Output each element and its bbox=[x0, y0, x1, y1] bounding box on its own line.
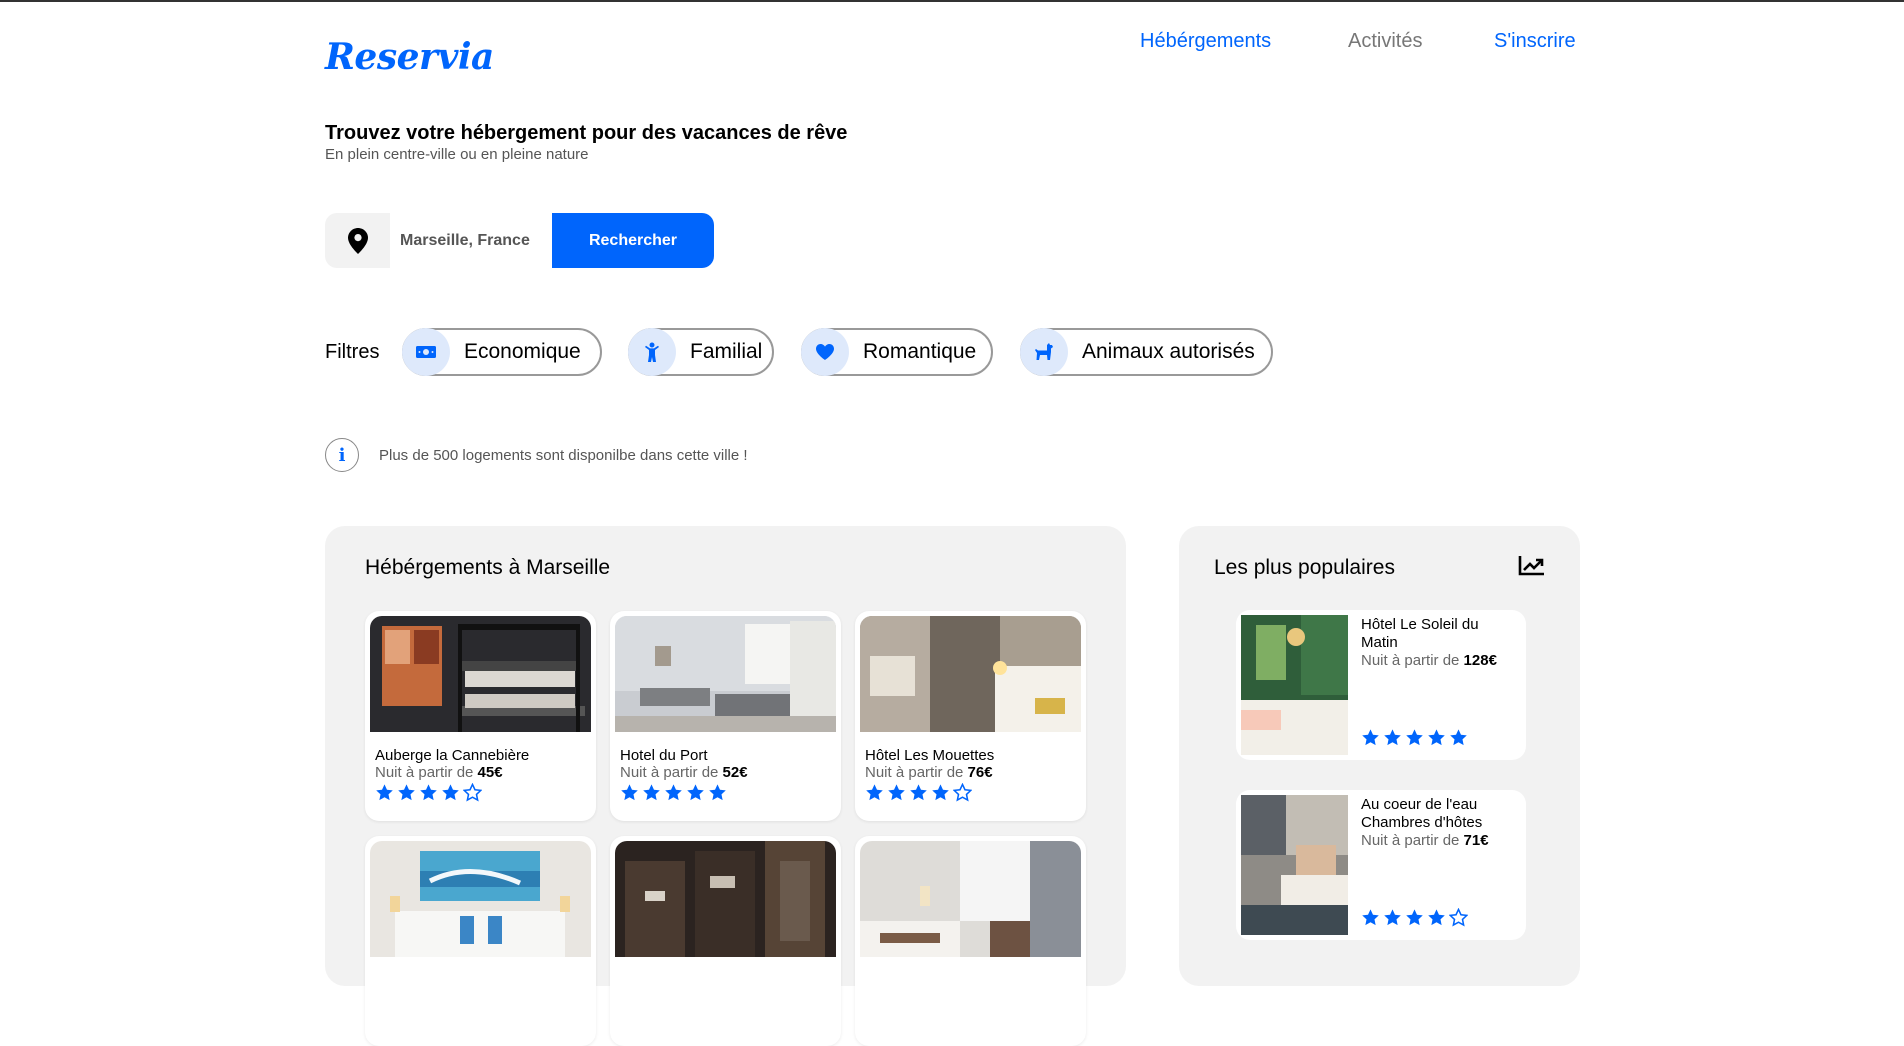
top-border bbox=[0, 0, 1904, 2]
star-filled-icon bbox=[442, 784, 459, 801]
listing-card[interactable] bbox=[855, 836, 1086, 1046]
popular-title: Les plus populaires bbox=[1214, 556, 1395, 579]
filter-label: Economique bbox=[464, 340, 581, 363]
page-title: Trouvez votre hébergement pour des vacan… bbox=[325, 122, 848, 144]
heart-icon bbox=[801, 328, 849, 376]
star-empty-icon bbox=[1449, 908, 1468, 927]
popular-name: Hôtel Le Soleil du Matin bbox=[1361, 616, 1479, 651]
star-filled-icon bbox=[420, 784, 437, 801]
rating-stars bbox=[1361, 728, 1468, 747]
popular-price: Nuit à partir de 71€ bbox=[1361, 832, 1489, 849]
listing-card[interactable]: Hotel du Port Nuit à partir de 52€ bbox=[610, 611, 841, 821]
listing-card[interactable] bbox=[610, 836, 841, 1046]
dog-icon bbox=[1020, 328, 1068, 376]
star-filled-icon bbox=[1428, 729, 1445, 746]
popular-name: Au coeur de l'eau Chambres d'hôtes bbox=[1361, 796, 1483, 831]
filter-label: Animaux autorisés bbox=[1082, 340, 1255, 363]
star-filled-icon bbox=[1450, 729, 1467, 746]
rating-stars bbox=[865, 783, 972, 802]
listing-price: Nuit à partir de 76€ bbox=[865, 764, 993, 781]
star-filled-icon bbox=[866, 784, 883, 801]
star-filled-icon bbox=[888, 784, 905, 801]
star-filled-icon bbox=[709, 784, 726, 801]
listing-name: Hotel du Port bbox=[620, 747, 708, 764]
search-input[interactable] bbox=[390, 213, 552, 268]
listing-photo bbox=[860, 841, 1081, 957]
nav-hebergements[interactable]: Hébérgements bbox=[1140, 30, 1271, 53]
star-filled-icon bbox=[1384, 729, 1401, 746]
listing-card[interactable]: Hôtel Les Mouettes Nuit à partir de 76€ bbox=[855, 611, 1086, 821]
popular-card[interactable]: Hôtel Le Soleil du Matin Nuit à partir d… bbox=[1236, 610, 1526, 760]
info-text: Plus de 500 logements sont disponilbe da… bbox=[379, 446, 748, 464]
listings-title: Hébérgements à Marseille bbox=[365, 556, 611, 579]
listing-photo bbox=[615, 841, 836, 957]
popular-card[interactable]: Au coeur de l'eau Chambres d'hôtes Nuit … bbox=[1236, 790, 1526, 940]
star-filled-icon bbox=[1406, 729, 1423, 746]
rating-stars bbox=[375, 783, 482, 802]
filter-animaux-autorises[interactable]: Animaux autorisés bbox=[1020, 328, 1273, 376]
listing-card[interactable]: Auberge la Cannebière Nuit à partir de 4… bbox=[365, 611, 596, 821]
listing-photo bbox=[370, 616, 591, 732]
listing-name: Auberge la Cannebière bbox=[375, 747, 530, 764]
listing-card[interactable] bbox=[365, 836, 596, 1046]
info-banner: i Plus de 500 logements sont disponilbe … bbox=[325, 438, 748, 472]
filter-economique[interactable]: Economique bbox=[402, 328, 602, 376]
popular-price: Nuit à partir de 128€ bbox=[1361, 652, 1497, 669]
filters-label: Filtres bbox=[325, 341, 380, 363]
search-button[interactable]: Rechercher bbox=[552, 213, 714, 268]
trending-up-icon bbox=[1518, 556, 1544, 576]
star-filled-icon bbox=[910, 784, 927, 801]
star-filled-icon bbox=[1406, 909, 1423, 926]
filter-romantique[interactable]: Romantique bbox=[801, 328, 993, 376]
search-bar: Rechercher bbox=[325, 213, 714, 268]
star-filled-icon bbox=[687, 784, 704, 801]
star-empty-icon bbox=[953, 783, 972, 802]
star-filled-icon bbox=[621, 784, 638, 801]
listing-photo bbox=[615, 616, 836, 732]
star-filled-icon bbox=[932, 784, 949, 801]
star-filled-icon bbox=[1362, 909, 1379, 926]
star-filled-icon bbox=[1384, 909, 1401, 926]
star-empty-icon bbox=[463, 783, 482, 802]
star-filled-icon bbox=[665, 784, 682, 801]
filter-label: Familial bbox=[690, 340, 763, 363]
popular-photo bbox=[1241, 795, 1348, 935]
listing-price: Nuit à partir de 52€ bbox=[620, 764, 748, 781]
star-filled-icon bbox=[398, 784, 415, 801]
rating-stars bbox=[1361, 908, 1468, 927]
listing-photo bbox=[370, 841, 591, 957]
star-filled-icon bbox=[1428, 909, 1445, 926]
filter-familial[interactable]: Familial bbox=[628, 328, 774, 376]
money-icon bbox=[402, 328, 450, 376]
popular-photo bbox=[1241, 615, 1348, 755]
info-icon: i bbox=[325, 438, 359, 472]
filter-label: Romantique bbox=[863, 340, 977, 363]
listings-panel: Hébérgements à Marseille Auberge la Cann… bbox=[325, 526, 1126, 1046]
rating-stars bbox=[620, 783, 727, 802]
listing-photo bbox=[860, 616, 1081, 732]
page-subtitle: En plein centre-ville ou en pleine natur… bbox=[325, 146, 589, 163]
star-filled-icon bbox=[1362, 729, 1379, 746]
listing-name: Hôtel Les Mouettes bbox=[865, 747, 995, 764]
nav-sinscrire[interactable]: S'inscrire bbox=[1494, 30, 1576, 53]
listing-price: Nuit à partir de 45€ bbox=[375, 764, 503, 781]
nav-activites[interactable]: Activités bbox=[1348, 30, 1422, 53]
popular-panel: Les plus populaires Hôtel Le Soleil du M… bbox=[1179, 526, 1580, 986]
child-icon bbox=[628, 328, 676, 376]
map-pin-icon bbox=[325, 213, 390, 268]
star-filled-icon bbox=[643, 784, 660, 801]
star-filled-icon bbox=[376, 784, 393, 801]
logo[interactable]: Reservia bbox=[325, 36, 494, 78]
